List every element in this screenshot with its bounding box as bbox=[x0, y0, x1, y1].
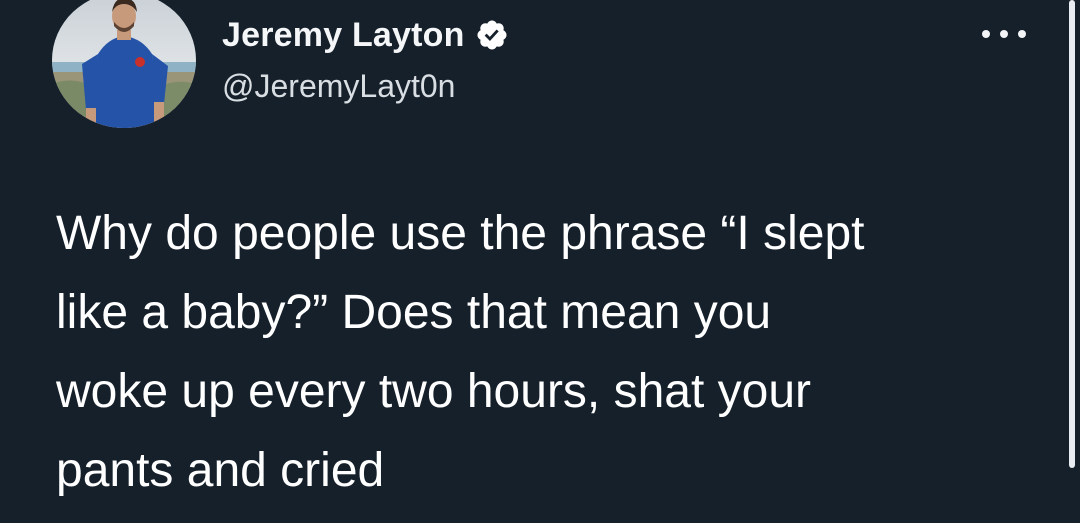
dot-icon bbox=[1018, 30, 1026, 38]
avatar[interactable] bbox=[52, 0, 196, 128]
more-options-icon[interactable] bbox=[982, 20, 1026, 48]
verified-badge-icon bbox=[475, 18, 509, 52]
tweet-text-line: pants and cried bbox=[56, 444, 385, 497]
tweet-text-line: like a baby?” Does that mean you bbox=[56, 286, 772, 339]
scrollbar-thumb[interactable] bbox=[1069, 0, 1075, 468]
dot-icon bbox=[1000, 30, 1008, 38]
tweet-text-line: woke up every two hours, shat your bbox=[56, 365, 812, 418]
author-handle[interactable]: @JeremyLayt0n bbox=[222, 68, 455, 105]
tweet-text: Why do people use the phrase “I slept li… bbox=[56, 194, 1046, 510]
author-name-row[interactable]: Jeremy Layton bbox=[222, 14, 509, 56]
dot-icon bbox=[982, 30, 990, 38]
tweet-card: Jeremy Layton @JeremyLayt0n Why do peopl… bbox=[0, 0, 1080, 523]
author-display-name[interactable]: Jeremy Layton bbox=[222, 16, 465, 55]
tweet-text-line: Why do people use the phrase “I slept bbox=[56, 207, 865, 260]
